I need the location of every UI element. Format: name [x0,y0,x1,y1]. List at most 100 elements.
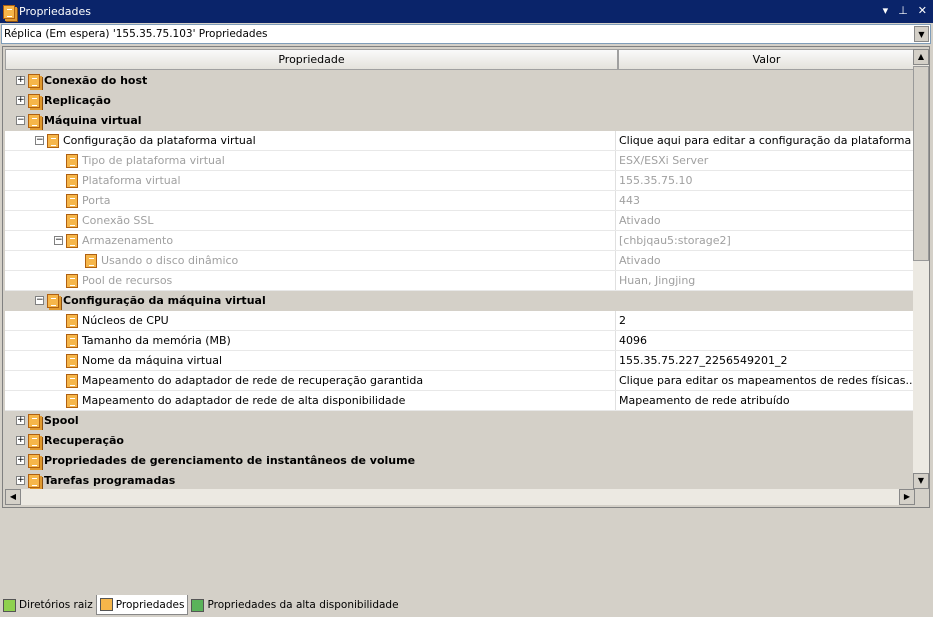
property-value[interactable] [616,71,915,90]
property-icon [28,474,40,488]
scroll-down-button[interactable]: ▼ [913,473,929,489]
scroll-right-button[interactable]: ▶ [899,489,915,505]
property-row[interactable]: + Replicação [5,91,915,111]
property-value[interactable]: 2 [616,311,915,330]
property-value[interactable]: 155.35.75.227_2256549201_2 [616,351,915,370]
tab-label: Diretórios raiz [19,599,93,611]
property-cell[interactable]: Conexão SSL [5,211,616,230]
property-row[interactable]: Tipo de plataforma virtual ESX/ESXi Serve… [5,151,915,171]
property-cell[interactable]: + Recuperação [5,431,616,450]
vertical-scrollbar[interactable]: ▲ ▼ [913,49,929,489]
property-value[interactable]: [chbjqau5:storage2] [616,231,915,250]
property-value[interactable] [616,91,915,110]
collapse-icon[interactable]: − [35,296,44,305]
property-row[interactable]: − Máquina virtual [5,111,915,131]
property-row[interactable]: Mapeamento do adaptador de rede de alta … [5,391,915,411]
property-value[interactable]: Huan, Jingjing [616,271,915,290]
property-cell[interactable]: Tamanho da memória (MB) [5,331,616,350]
property-cell[interactable]: + Propriedades de gerenciamento de instan… [5,451,616,470]
property-row[interactable]: − Configuração da máquina virtual [5,291,915,311]
property-label: Conexão SSL [82,214,154,227]
scroll-thumb[interactable] [913,66,929,261]
close-button[interactable]: ✕ [918,4,927,17]
property-cell[interactable]: + Spool [5,411,616,430]
expand-icon[interactable]: + [16,416,25,425]
property-cell[interactable]: − Armazenamento [5,231,616,250]
property-label: Configuração da plataforma virtual [63,134,256,147]
property-cell[interactable]: + Replicação [5,91,616,110]
pin-button[interactable]: ⊥ [898,4,908,17]
property-value[interactable]: Clique para editar os mapeamentos de red… [616,371,915,390]
horizontal-scrollbar[interactable]: ◀ ▶ [5,489,915,505]
property-row[interactable]: Porta 443 [5,191,915,211]
property-value[interactable]: 4096 [616,331,915,350]
property-cell[interactable]: Pool de recursos [5,271,616,290]
property-row[interactable]: − Configuração da plataforma virtual Cliqu… [5,131,915,151]
property-cell[interactable]: − Configuração da plataforma virtual [5,131,616,150]
property-row[interactable]: Pool de recursos Huan, Jingjing [5,271,915,291]
tab-properties[interactable]: Propriedades [95,595,189,615]
property-value[interactable]: Ativado [616,211,915,230]
property-row[interactable]: Plataforma virtual 155.35.75.10 [5,171,915,191]
property-icon [28,414,40,428]
collapse-icon[interactable]: − [16,116,25,125]
property-value[interactable]: Clique aqui para editar a configuração d… [616,131,915,150]
property-cell[interactable]: Mapeamento do adaptador de rede de alta … [5,391,616,410]
expand-icon[interactable]: + [16,456,25,465]
property-row[interactable]: Núcleos de CPU 2 [5,311,915,331]
property-cell[interactable]: Porta [5,191,616,210]
property-value[interactable]: Mapeamento de rede atribuído [616,391,915,410]
property-label: Plataforma virtual [82,174,181,187]
column-header-value[interactable]: Valor [618,49,915,70]
property-value[interactable] [616,411,915,430]
property-row[interactable]: Usando o disco dinâmico Ativado [5,251,915,271]
property-value[interactable] [616,451,915,470]
property-cell[interactable]: Nome da máquina virtual [5,351,616,370]
scenario-selector[interactable]: Réplica (Em espera) '155.35.75.103' Prop… [1,24,931,44]
expand-icon[interactable]: + [16,96,25,105]
property-row[interactable]: Tamanho da memória (MB) 4096 [5,331,915,351]
column-header-property[interactable]: Propriedade [5,49,618,70]
property-row[interactable]: Conexão SSL Ativado [5,211,915,231]
property-row[interactable]: + Conexão do host [5,71,915,91]
collapse-icon[interactable]: − [54,236,63,245]
property-value[interactable] [616,291,915,310]
property-row[interactable]: Mapeamento do adaptador de rede de recup… [5,371,915,391]
property-value[interactable] [616,431,915,450]
property-cell[interactable]: Plataforma virtual [5,171,616,190]
property-row[interactable]: − Armazenamento [chbjqau5:storage2] [5,231,915,251]
property-cell[interactable]: − Configuração da máquina virtual [5,291,616,310]
property-value[interactable]: Ativado [616,251,915,270]
property-row[interactable]: Nome da máquina virtual 155.35.75.227_225… [5,351,915,371]
window-menu-button[interactable]: ▾ [883,4,889,17]
property-value[interactable]: ESX/ESXi Server [616,151,915,170]
scroll-left-button[interactable]: ◀ [5,489,21,505]
expand-icon[interactable]: + [16,76,25,85]
property-row[interactable]: + Propriedades de gerenciamento de instan… [5,451,915,471]
property-cell[interactable]: Mapeamento do adaptador de rede de recup… [5,371,616,390]
property-cell[interactable]: − Máquina virtual [5,111,616,130]
expand-icon[interactable]: + [16,436,25,445]
property-cell[interactable]: + Conexão do host [5,71,616,90]
collapse-icon[interactable]: − [35,136,44,145]
property-label: Porta [82,194,111,207]
property-value[interactable]: 443 [616,191,915,210]
property-row[interactable]: + Tarefas programadas [5,471,915,491]
property-cell[interactable]: Núcleos de CPU [5,311,616,330]
property-cell[interactable]: Usando o disco dinâmico [5,251,616,270]
property-row[interactable]: + Spool [5,411,915,431]
property-label: Spool [44,414,79,427]
property-cell[interactable]: + Tarefas programadas [5,471,616,490]
property-cell[interactable]: Tipo de plataforma virtual [5,151,616,170]
property-value[interactable]: 155.35.75.10 [616,171,915,190]
scroll-up-button[interactable]: ▲ [913,49,929,65]
tab-ha-properties[interactable]: Propriedades da alta disponibilidade [188,595,401,615]
expand-icon[interactable]: + [16,476,25,485]
tab-folder[interactable]: Diretórios raiz [0,595,96,615]
property-value[interactable] [616,471,915,490]
property-icon [66,334,78,348]
chevron-down-icon[interactable]: ▼ [914,26,929,42]
property-value[interactable] [616,111,915,130]
property-row[interactable]: + Recuperação [5,431,915,451]
property-label: Configuração da máquina virtual [63,294,266,307]
